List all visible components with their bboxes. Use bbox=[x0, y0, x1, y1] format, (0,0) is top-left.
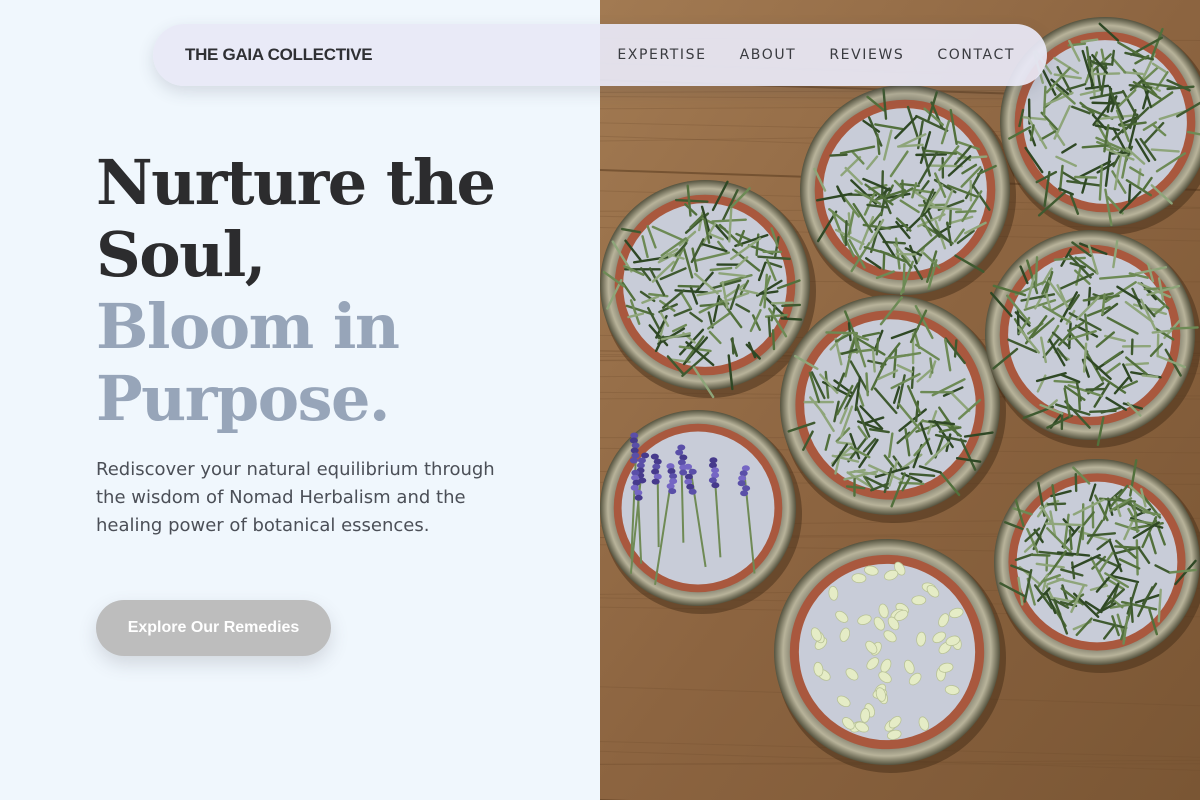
landing-page: THE GAIA COLLECTIVE EXPERTISE ABOUT REVI… bbox=[0, 0, 1200, 800]
hero-title-line-3: Bloom in bbox=[96, 290, 400, 363]
nav-link-about[interactable]: ABOUT bbox=[740, 47, 797, 63]
hero-title-line-4: Purpose. bbox=[96, 362, 391, 435]
hero-subtitle: Rediscover your natural equilibrium thro… bbox=[96, 459, 495, 536]
nav-link-expertise[interactable]: EXPERTISE bbox=[617, 47, 706, 63]
brand-logo[interactable]: THE GAIA COLLECTIVE bbox=[185, 24, 373, 86]
nav-link-reviews[interactable]: REVIEWS bbox=[829, 47, 904, 63]
explore-remedies-button[interactable]: Explore Our Remedies bbox=[96, 600, 331, 656]
hero-title-line-1: Nurture the bbox=[96, 146, 496, 219]
hero-photo bbox=[600, 0, 1200, 800]
nav-links: EXPERTISE ABOUT REVIEWS CONTACT bbox=[584, 24, 1015, 86]
hero-title: Nurture the Soul, Bloom in Purpose. bbox=[96, 146, 496, 435]
hero-title-line-2: Soul, bbox=[96, 218, 266, 291]
nav-link-contact[interactable]: CONTACT bbox=[937, 47, 1015, 63]
top-navbar: THE GAIA COLLECTIVE EXPERTISE ABOUT REVI… bbox=[153, 24, 1047, 86]
